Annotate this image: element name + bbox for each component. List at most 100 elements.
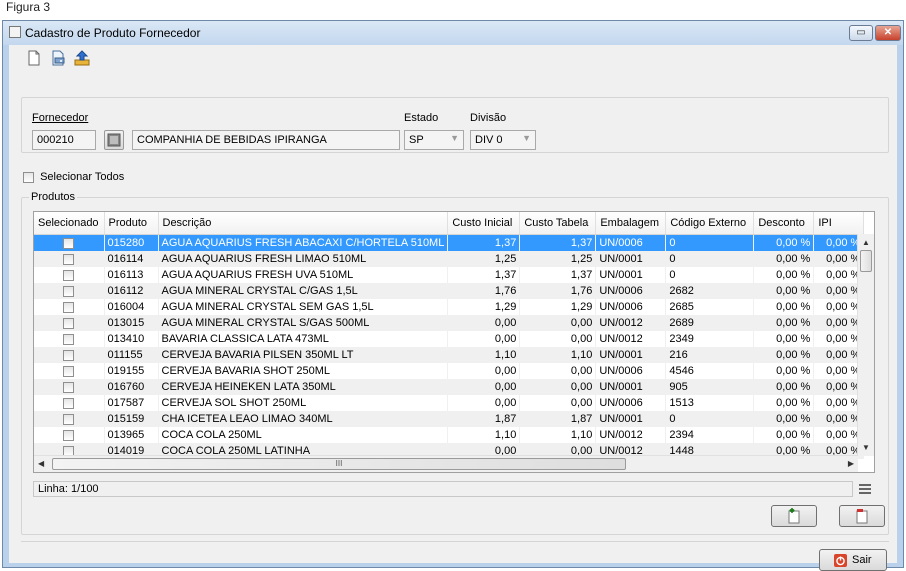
column-header[interactable]: Custo Tabela <box>519 212 597 235</box>
new-document-icon[interactable] <box>25 49 43 67</box>
row-select-cell <box>34 299 105 315</box>
horizontal-scroll-thumb[interactable]: III <box>52 458 626 470</box>
table-row[interactable]: 017587 CERVEJA SOL SHOT 250ML 0,00 0,00 UN/0… <box>34 395 865 411</box>
row-select-checkbox[interactable] <box>63 397 75 409</box>
chevron-down-icon: ▼ <box>522 133 531 143</box>
remove-row-button[interactable] <box>839 505 885 527</box>
description-cell: AGUA MINERAL CRYSTAL SEM GAS 1,5L <box>158 299 449 315</box>
packaging-cell: UN/0001 <box>595 251 667 267</box>
external-code-cell: 2394 <box>665 427 755 443</box>
description-cell: CERVEJA BAVARIA SHOT 250ML <box>158 363 449 379</box>
restore-button[interactable]: ▭ <box>849 25 873 41</box>
division-select[interactable]: DIV 0 ▼ <box>470 130 536 150</box>
scroll-down-icon[interactable]: ▼ <box>862 443 870 452</box>
column-header[interactable]: Embalagem <box>595 212 667 235</box>
row-select-checkbox[interactable] <box>63 285 75 297</box>
column-header[interactable]: IPI <box>813 212 865 235</box>
discount-cell: 0,00 % <box>753 299 815 315</box>
table-row[interactable]: 011155 CERVEJA BAVARIA PILSEN 350ML LT 1,1… <box>34 347 865 363</box>
initial-cost-cell: 0,00 <box>447 395 521 411</box>
product-code-cell: 016760 <box>104 379 159 395</box>
scroll-right-icon[interactable]: ▶ <box>848 459 854 468</box>
vertical-scrollbar[interactable]: ▲ ▼ <box>857 234 874 456</box>
column-header[interactable]: Custo Inicial <box>447 212 521 235</box>
grid-header-row: Selecionado Produto Descrição Custo Inicial… <box>34 212 865 235</box>
table-row[interactable]: 016113 AGUA AQUARIUS FRESH UVA 510ML 1,37 1… <box>34 267 865 283</box>
table-cost-cell: 0,00 <box>519 315 597 331</box>
horizontal-scrollbar[interactable]: ◀ III ▶ <box>34 455 858 472</box>
row-select-cell <box>34 363 105 379</box>
export-icon[interactable] <box>73 49 91 67</box>
scroll-left-icon[interactable]: ◀ <box>38 459 44 468</box>
column-header[interactable]: Produto <box>104 212 159 235</box>
row-select-cell <box>34 427 105 443</box>
external-code-cell: 2349 <box>665 331 755 347</box>
column-header[interactable]: Selecionado <box>34 212 105 235</box>
description-cell: AGUA AQUARIUS FRESH UVA 510ML <box>158 267 449 283</box>
row-select-checkbox[interactable] <box>63 381 75 393</box>
initial-cost-cell: 1,10 <box>447 347 521 363</box>
supplier-name-field: COMPANHIA DE BEBIDAS IPIRANGA <box>132 130 400 150</box>
select-all-checkbox-row[interactable]: Selecionar Todos <box>23 171 124 183</box>
external-code-cell: 1513 <box>665 395 755 411</box>
discount-cell: 0,00 % <box>753 283 815 299</box>
chevron-down-icon: ▼ <box>450 133 459 143</box>
table-row[interactable]: 015159 CHA ICETEA LEAO LIMAO 340ML 1,87 1,8… <box>34 411 865 427</box>
discount-cell: 0,00 % <box>753 427 815 443</box>
description-cell: AGUA AQUARIUS FRESH LIMAO 510ML <box>158 251 449 267</box>
table-row[interactable]: 015280 AGUA AQUARIUS FRESH ABACAXI C/HORT… <box>34 234 865 251</box>
row-select-checkbox[interactable] <box>63 413 75 425</box>
column-header[interactable]: Código Externo <box>665 212 755 235</box>
title-bar: Cadastro de Produto Fornecedor ▭ ✕ <box>3 21 903 45</box>
product-code-cell: 013015 <box>104 315 159 331</box>
close-button[interactable]: ✕ <box>875 25 901 41</box>
table-row[interactable]: 016114 AGUA AQUARIUS FRESH LIMAO 510ML 1,2… <box>34 251 865 267</box>
row-select-checkbox[interactable] <box>63 301 75 313</box>
packaging-cell: UN/0006 <box>595 363 667 379</box>
column-header[interactable]: Desconto <box>753 212 815 235</box>
row-select-checkbox[interactable] <box>63 269 75 281</box>
packaging-cell: UN/0001 <box>595 347 667 363</box>
state-select[interactable]: SP ▼ <box>404 130 464 150</box>
table-row[interactable]: 013015 AGUA MINERAL CRYSTAL S/GAS 500ML 0,… <box>34 315 865 331</box>
table-row[interactable]: 016760 CERVEJA HEINEKEN LATA 350ML 0,00 0,0… <box>34 379 865 395</box>
scroll-up-icon[interactable]: ▲ <box>862 238 870 247</box>
packaging-cell: UN/0001 <box>595 411 667 427</box>
products-grid[interactable]: Selecionado Produto Descrição Custo Inicial… <box>33 211 875 473</box>
menu-lines-icon[interactable] <box>859 483 871 498</box>
exit-button[interactable]: Sair <box>819 549 887 571</box>
supplier-code-field[interactable]: 000210 <box>32 130 96 150</box>
external-code-cell: 216 <box>665 347 755 363</box>
initial-cost-cell: 0,00 <box>447 331 521 347</box>
table-row[interactable]: 013965 COCA COLA 250ML 1,10 1,10 UN/0012 2394… <box>34 427 865 443</box>
product-code-cell: 015280 <box>104 234 159 251</box>
supplier-lookup-button[interactable] <box>104 130 124 150</box>
vertical-scroll-thumb[interactable] <box>860 250 872 272</box>
table-row[interactable]: 016112 AGUA MINERAL CRYSTAL C/GAS 1,5L 1,7… <box>34 283 865 299</box>
division-label: Divisão <box>470 112 507 124</box>
initial-cost-cell: 1,87 <box>447 411 521 427</box>
row-select-checkbox[interactable] <box>63 429 75 441</box>
row-select-checkbox[interactable] <box>63 253 75 265</box>
table-row[interactable]: 016004 AGUA MINERAL CRYSTAL SEM GAS 1,5L 1… <box>34 299 865 315</box>
row-select-checkbox[interactable] <box>63 237 75 249</box>
discount-cell: 0,00 % <box>753 363 815 379</box>
window-title: Cadastro de Produto Fornecedor <box>25 26 201 40</box>
add-row-button[interactable] <box>771 505 817 527</box>
row-select-checkbox[interactable] <box>63 349 75 361</box>
column-header[interactable]: Descrição <box>158 212 449 235</box>
table-row[interactable]: 019155 CERVEJA BAVARIA SHOT 250ML 0,00 0,00… <box>34 363 865 379</box>
initial-cost-cell: 1,76 <box>447 283 521 299</box>
select-all-checkbox[interactable] <box>23 171 34 183</box>
print-icon[interactable] <box>49 49 67 67</box>
description-cell: CHA ICETEA LEAO LIMAO 340ML <box>158 411 449 427</box>
external-code-cell: 905 <box>665 379 755 395</box>
table-row[interactable]: 013410 BAVARIA CLASSICA LATA 473ML 0,00 0,0… <box>34 331 865 347</box>
product-code-cell: 015159 <box>104 411 159 427</box>
row-select-checkbox[interactable] <box>63 365 75 377</box>
table-cost-cell: 0,00 <box>519 379 597 395</box>
row-select-checkbox[interactable] <box>63 333 75 345</box>
supplier-panel: Fornecedor 000210 COMPANHIA DE BEBIDAS I… <box>21 97 889 153</box>
row-select-checkbox[interactable] <box>63 317 75 329</box>
division-value: DIV 0 <box>475 134 503 146</box>
